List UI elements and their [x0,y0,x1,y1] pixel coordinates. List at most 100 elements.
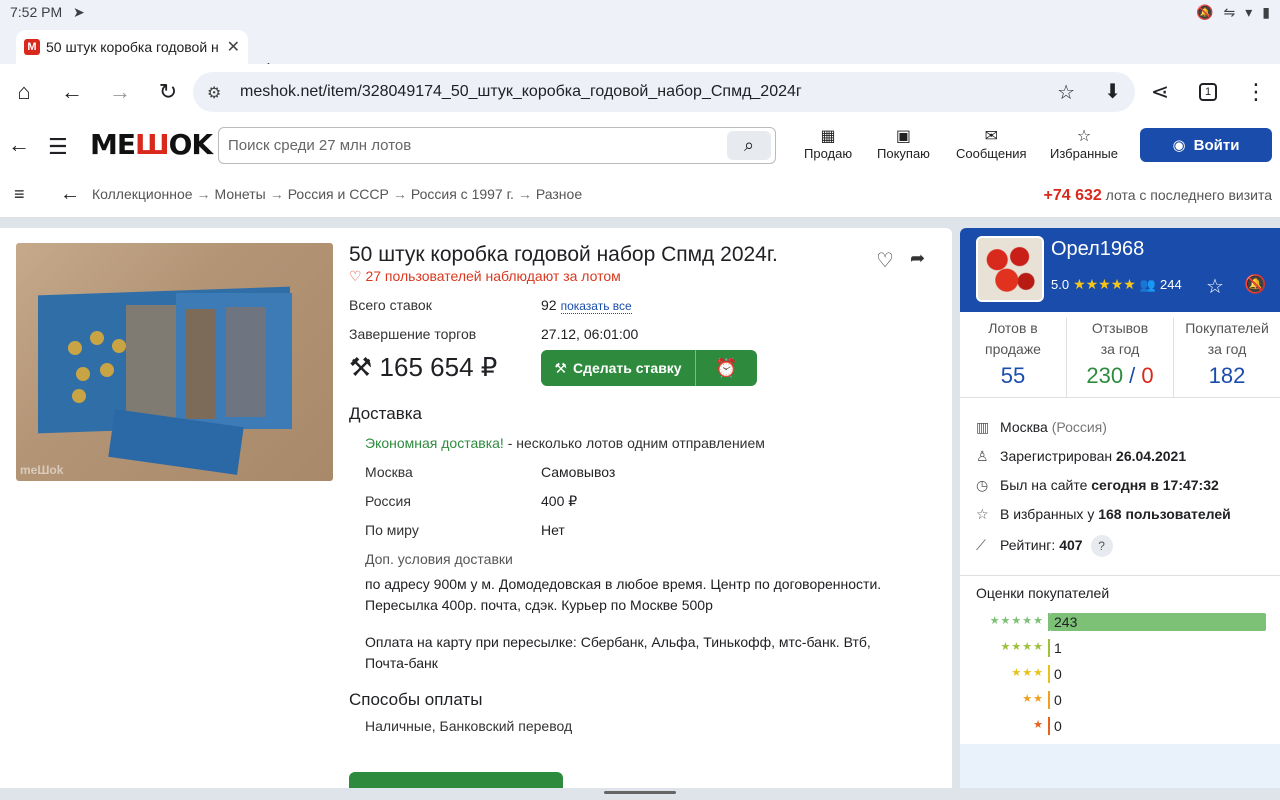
registered-label: Зарегистрирован [1000,448,1117,464]
seller-rating[interactable]: 5.0 ★★★★★ 👥 244 [1051,276,1182,293]
vibrate-icon: ⇋ [1223,4,1236,20]
logo-part: ME [90,128,136,161]
breadcrumb-item[interactable]: Россия и СССР [288,186,389,202]
payment-methods: Наличные, Банковский перевод [365,718,573,734]
seller-registered: ♙ Зарегистрирован 26.04.2021 [976,448,1186,465]
new-lots-counter[interactable]: +74 632 лота с последнего визита [1043,187,1272,205]
bids-count: 92 [541,297,557,313]
reviews-count: 244 [1160,277,1182,292]
nav-selling[interactable]: ▦ Продаю [804,128,852,161]
stat-buyers[interactable]: Покупателей за год 182 [1173,318,1280,397]
divider [960,575,1280,576]
delivery-label: По миру [365,522,419,538]
breadcrumb-item[interactable]: Коллекционное [92,186,193,202]
rating-value: 407 [1059,537,1083,553]
breadcrumb-item[interactable]: Россия с 1997 г. [411,186,514,202]
breadcrumb-item[interactable]: Разное [536,186,582,202]
tab-strip: M 50 штук коробка годовой н ✕ + [0,26,1280,81]
positive-reviews: 230 [1086,363,1124,388]
reload-icon[interactable]: ↻ [154,78,182,106]
country: (Россия) [1051,419,1107,435]
panel-footer [960,744,1280,788]
rating-row: ★★★★★ 243 [976,612,1266,632]
stat-label: за год [1100,341,1140,357]
favicon-icon: M [24,39,40,55]
coin [72,389,86,403]
user-circle-icon: ◉ [1172,137,1186,154]
download-icon[interactable]: ⬇ [1104,79,1121,104]
economy-text: - несколько лотов одним отправлением [503,435,765,451]
star-icon: ☆ [1076,128,1092,145]
notifications-off-icon[interactable]: 🔕 [1244,274,1266,295]
rating-bar: 0 [1048,665,1264,683]
stat-value: 182 [1208,363,1246,388]
search-button[interactable]: ⌕ [727,131,771,160]
photo-detail [226,307,266,417]
gesture-handle[interactable] [604,791,676,794]
action-button[interactable] [349,772,563,788]
show-all-bids-link[interactable]: показать все [560,299,632,314]
reminder-button[interactable]: ⏰ [696,350,757,386]
stat-lots[interactable]: Лотов в продаже 55 [960,318,1066,397]
nav-messages[interactable]: ✉ Сообщения [956,128,1027,161]
favorite-heart-icon[interactable]: ♡ [876,248,894,273]
breadcrumb-item[interactable]: Монеты [215,186,266,202]
star-icon: ☆ [976,506,989,522]
rating-row: ★★★ 0 [976,664,1266,684]
economy-label[interactable]: Экономная доставка! [365,435,504,451]
heart-outline-icon: ♡ [349,268,362,284]
collapse-menu-icon[interactable]: ≡ [14,184,25,205]
alarm-clock-icon: ⏰ [715,357,738,378]
stat-label: Отзывов [1091,320,1149,336]
ratings-title: Оценки покупателей [976,585,1110,601]
back-icon[interactable]: ← [58,78,86,106]
browser-tab[interactable]: M 50 штук коробка годовой н ✕ [16,30,248,64]
visits-text: лота с последнего визита [1101,187,1272,203]
rating-stars: ★★★★★ [989,615,1044,627]
favorite-seller-star-icon[interactable]: ☆ [1206,274,1224,299]
nav-label: Сообщения [956,146,1027,161]
tab-switcher-button[interactable]: 1 [1194,78,1222,106]
delivery-heading: Доставка [349,404,423,423]
nav-favorites[interactable]: ☆ Избранные [1050,128,1118,161]
place-bid-button[interactable]: ⚒ Сделать ставку [541,350,696,386]
coin [76,367,90,381]
help-button[interactable]: ? [1090,535,1113,557]
home-icon[interactable]: ⌂ [10,78,38,106]
item-photo[interactable]: meШok [16,243,333,481]
photo-detail [186,309,216,419]
battery-icon: ▮ [1262,4,1270,20]
login-button[interactable]: ◉ Войти [1140,128,1272,162]
nav-label: Избранные [1050,146,1118,161]
seen-label: Был на сайте [1000,477,1092,493]
site-logo[interactable]: MEШOK [90,128,213,161]
hamburger-menu-icon[interactable]: ☰ [48,134,68,160]
rating-count: 1 [1054,640,1062,656]
stat-reviews[interactable]: Отзывов за год 230 / 0 [1066,318,1173,397]
address-bar[interactable]: ⚙ meshok.net/item/328049174_50_штук_коро… [193,72,1135,112]
avatar[interactable] [976,236,1044,302]
seller-last-seen: ◷ Был на сайте сегодня в 17:47:32 [976,477,1219,494]
nav-buying[interactable]: ▣ Покупаю [877,128,930,161]
logo-gift: Ш [135,128,170,161]
forward-icon[interactable]: → [106,78,134,106]
back-arrow-icon[interactable]: ← [8,132,30,158]
close-tab-icon[interactable]: ✕ [227,37,240,57]
bookmark-star-icon[interactable]: ☆ [1057,80,1075,105]
stat-label: Лотов в [988,320,1038,336]
login-label: Войти [1193,136,1240,154]
delivery-value: Нет [541,522,565,538]
gavel-icon: ⚒ [349,352,373,382]
share-arrow-icon[interactable]: ➦ [910,248,925,269]
search-box[interactable]: Поиск среди 27 млн лотов ⌕ [218,127,776,164]
watchers-text: 27 пользователей наблюдают за лотом [365,268,621,284]
seller-name[interactable]: Орел1968 [1051,238,1144,261]
back-arrow-icon[interactable]: ← [60,183,80,206]
search-input[interactable]: Поиск среди 27 млн лотов [228,137,411,154]
menu-dots-icon[interactable]: ⋮ [1242,78,1270,106]
share-icon[interactable]: ⋖ [1146,78,1174,106]
url-text[interactable]: meshok.net/item/328049174_50_штук_коробк… [240,83,802,101]
delivery-value: Самовывоз [541,464,616,480]
rating-bar: 1 [1048,639,1264,657]
site-settings-icon[interactable]: ⚙ [207,83,221,103]
